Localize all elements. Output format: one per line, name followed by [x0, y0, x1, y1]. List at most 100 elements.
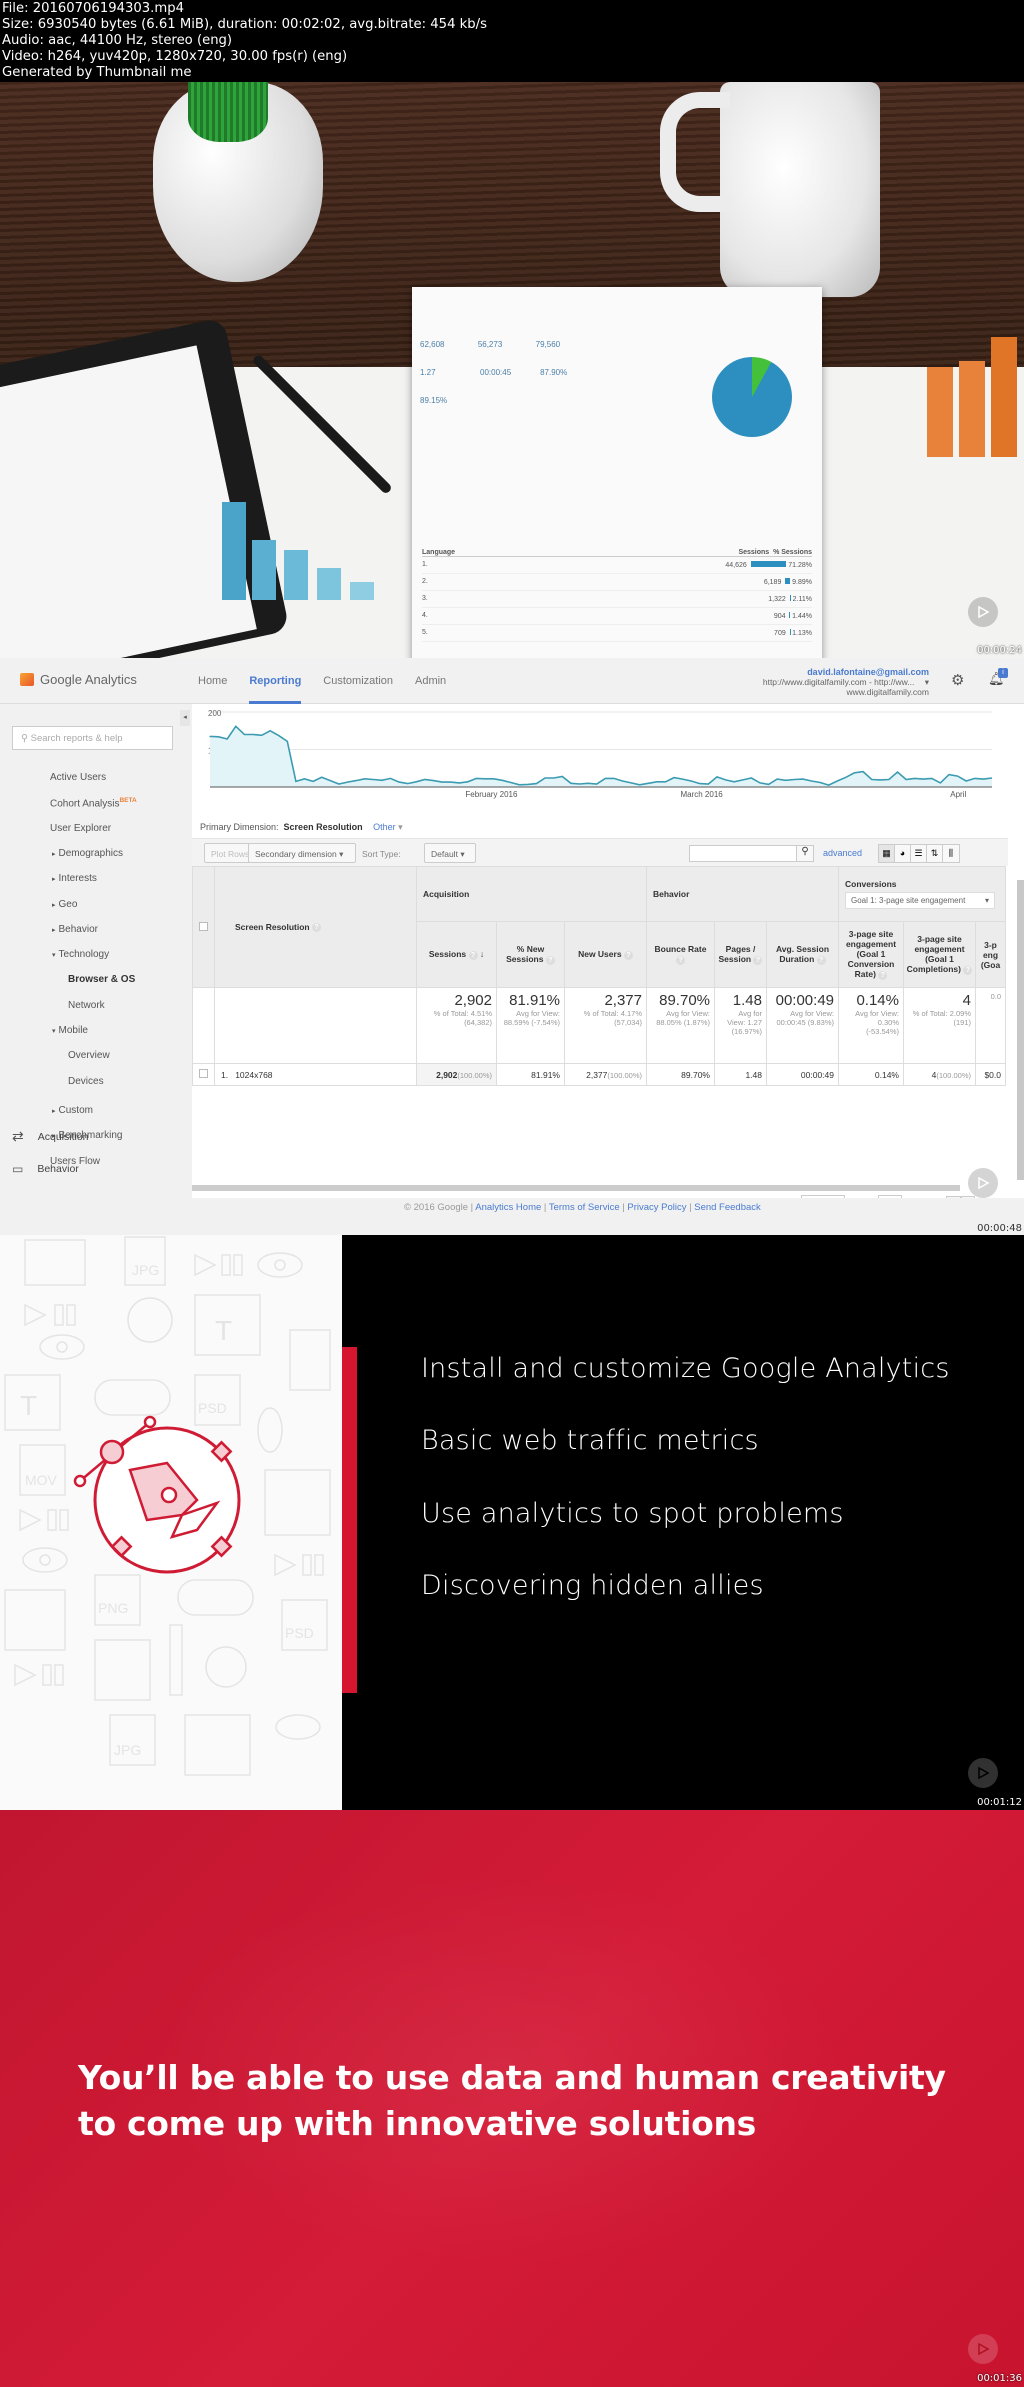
- sort-type-dropdown[interactable]: Default ▾: [424, 843, 476, 863]
- sidebar-item[interactable]: ▸ Behavior: [52, 924, 98, 935]
- gear-icon[interactable]: ⚙: [951, 671, 964, 689]
- nav-admin[interactable]: Admin: [415, 675, 446, 687]
- column-header[interactable]: Pages / Session ?: [714, 921, 767, 988]
- sidebar-item-label: Active Users: [50, 772, 107, 783]
- pie-view-icon[interactable]: ◕: [895, 845, 911, 862]
- primary-dimension-label: Primary Dimension:: [200, 822, 279, 832]
- goal-select-dropdown[interactable]: Goal 1: 3-page site engagement ▾: [845, 892, 995, 909]
- account-property: http://www.digitalfamily.com - http://ww…: [762, 677, 915, 687]
- cell-value: $0.0: [984, 1069, 1001, 1080]
- sidebar-item[interactable]: Active Users: [50, 772, 106, 783]
- view-switcher: ▦ ◕ ☰ ⇅ ⫼: [878, 844, 960, 863]
- table-view-icon[interactable]: ▦: [879, 845, 895, 862]
- total-cell: 00:00:49 Avg for View: 00:00:45 (9.83%): [766, 987, 839, 1064]
- help-icon[interactable]: ?: [963, 965, 973, 975]
- paper-metric: 89.15%: [420, 396, 448, 405]
- sidebar-item[interactable]: ▸ Demographics: [52, 848, 123, 859]
- sidebar-item-label: Network: [68, 999, 105, 1011]
- column-header[interactable]: Avg. Session Duration ?: [766, 921, 839, 988]
- help-icon[interactable]: ?: [753, 955, 763, 965]
- sidebar-item[interactable]: ▸ Custom: [52, 1105, 93, 1116]
- timestamp: 00:00:24: [977, 645, 1022, 656]
- other-dimension-link[interactable]: Other: [373, 822, 396, 832]
- column-header[interactable]: New Users ?: [564, 921, 647, 988]
- sidebar-item[interactable]: ▾ Technology: [52, 949, 109, 960]
- row-dimension-link[interactable]: 1024x768: [235, 1070, 272, 1080]
- ga-logo[interactable]: Google Analytics: [20, 672, 137, 687]
- sidebar-item[interactable]: Browser & OS: [68, 974, 135, 985]
- play-button[interactable]: [968, 597, 998, 627]
- column-header[interactable]: 3-p eng (Goa: [975, 921, 1006, 988]
- closing-line: to come up with innovative solutions: [78, 2104, 757, 2143]
- search-reports-input[interactable]: ⚲ Search reports & help: [12, 726, 173, 750]
- play-button[interactable]: [968, 1758, 998, 1788]
- total-cell: 2,377% of Total: 4.17% (57,034): [564, 987, 647, 1064]
- sidebar-item[interactable]: Network: [68, 1000, 105, 1011]
- total-value: 1.48: [732, 992, 762, 1009]
- help-icon[interactable]: ?: [545, 955, 555, 965]
- chevron-down-icon: ▾: [924, 677, 929, 687]
- nav-reporting[interactable]: Reporting: [249, 658, 302, 704]
- sidebar-item[interactable]: Overview: [68, 1050, 110, 1061]
- help-icon[interactable]: ?: [312, 923, 322, 933]
- comparison-view-icon[interactable]: ⇅: [927, 845, 943, 862]
- vertical-scrollbar[interactable]: [1017, 880, 1024, 1180]
- help-icon[interactable]: ?: [878, 970, 888, 980]
- closing-statement: You’ll be able to use data and human cre…: [78, 2055, 946, 2147]
- advanced-link[interactable]: advanced: [823, 848, 862, 858]
- footer-link-analytics-home[interactable]: Analytics Home: [475, 1202, 541, 1213]
- column-header[interactable]: Bounce Rate ?: [646, 921, 715, 988]
- sidebar-section-behavior[interactable]: ▭ Behavior: [12, 1162, 79, 1176]
- sidebar-section-acquisition[interactable]: ⇄ Acquisition: [12, 1128, 89, 1145]
- play-icon: [978, 1766, 990, 1780]
- cell-value: 2,902: [436, 1069, 458, 1080]
- sidebar-item[interactable]: Cohort AnalysisBETA: [50, 797, 137, 809]
- row-checkbox[interactable]: [199, 1069, 208, 1078]
- total-value: 89.70%: [659, 992, 710, 1009]
- lang-header-pct: % Sessions: [773, 549, 812, 556]
- collapse-sidebar-button[interactable]: ◂: [180, 710, 190, 726]
- timestamp: 00:00:48: [977, 1223, 1022, 1234]
- sort-desc-icon[interactable]: ↓: [480, 949, 484, 959]
- horizontal-scrollbar[interactable]: [192, 1185, 960, 1191]
- performance-view-icon[interactable]: ☰: [911, 845, 927, 862]
- table-search-input[interactable]: [689, 845, 797, 862]
- sidebar-item[interactable]: ▸ Geo: [52, 899, 77, 910]
- total-value: 0.14%: [856, 992, 899, 1009]
- nav-customization[interactable]: Customization: [323, 675, 393, 687]
- help-icon[interactable]: ?: [676, 955, 685, 965]
- play-button[interactable]: [968, 2334, 998, 2364]
- column-header[interactable]: 3-page site engagement (Goal 1 Conversio…: [838, 921, 904, 988]
- file-name: File: 20160706194303.mp4: [2, 1, 184, 16]
- nav-home[interactable]: Home: [198, 675, 227, 687]
- sidebar-item[interactable]: ▸ Interests: [52, 873, 97, 884]
- footer-link-privacy[interactable]: Privacy Policy: [627, 1202, 686, 1213]
- dimension-header[interactable]: Screen Resolution: [235, 922, 310, 932]
- table-search-button[interactable]: ⚲: [796, 845, 814, 862]
- select-all-checkbox[interactable]: [199, 921, 208, 931]
- account-selector[interactable]: david.lafontaine@gmail.com http://www.di…: [763, 667, 929, 697]
- column-header[interactable]: 3-page site engagement (Goal 1 Completio…: [903, 921, 976, 988]
- file-info-header: File: 20160706194303.mp4 Size: 6930540 b…: [0, 0, 1024, 82]
- play-icon: [978, 1176, 990, 1190]
- total-cell: 4% of Total: 2.09% (191): [903, 987, 976, 1064]
- column-header[interactable]: % New Sessions ?: [496, 921, 565, 988]
- sidebar-item[interactable]: ▾ Mobile: [52, 1025, 88, 1036]
- acquisition-label: Acquisition: [37, 1130, 89, 1143]
- play-button[interactable]: [968, 1168, 998, 1198]
- chevron-down-icon: ▾: [984, 896, 989, 905]
- help-icon[interactable]: ?: [468, 950, 478, 960]
- timestamp: 00:01:36: [977, 2373, 1022, 2384]
- frame-course-outline: JPG T T PSD MOV PNG PSD JPG Install and …: [0, 1235, 1024, 1810]
- sidebar-item[interactable]: Devices: [68, 1076, 104, 1087]
- secondary-dimension-dropdown[interactable]: Secondary dimension ▾: [248, 843, 356, 863]
- sessions-chart: 200100February 2016March 2016April: [208, 709, 993, 799]
- help-icon[interactable]: ?: [623, 950, 633, 960]
- outline-item: Install and customize Google Analytics: [421, 1353, 950, 1384]
- footer-link-feedback[interactable]: Send Feedback: [694, 1202, 761, 1213]
- help-icon[interactable]: ?: [816, 955, 826, 965]
- sidebar-item[interactable]: User Explorer: [50, 823, 111, 834]
- pivot-view-icon[interactable]: ⫼: [943, 845, 959, 862]
- footer-link-terms[interactable]: Terms of Service: [549, 1202, 620, 1213]
- column-header[interactable]: Sessions ? ↓: [416, 921, 497, 988]
